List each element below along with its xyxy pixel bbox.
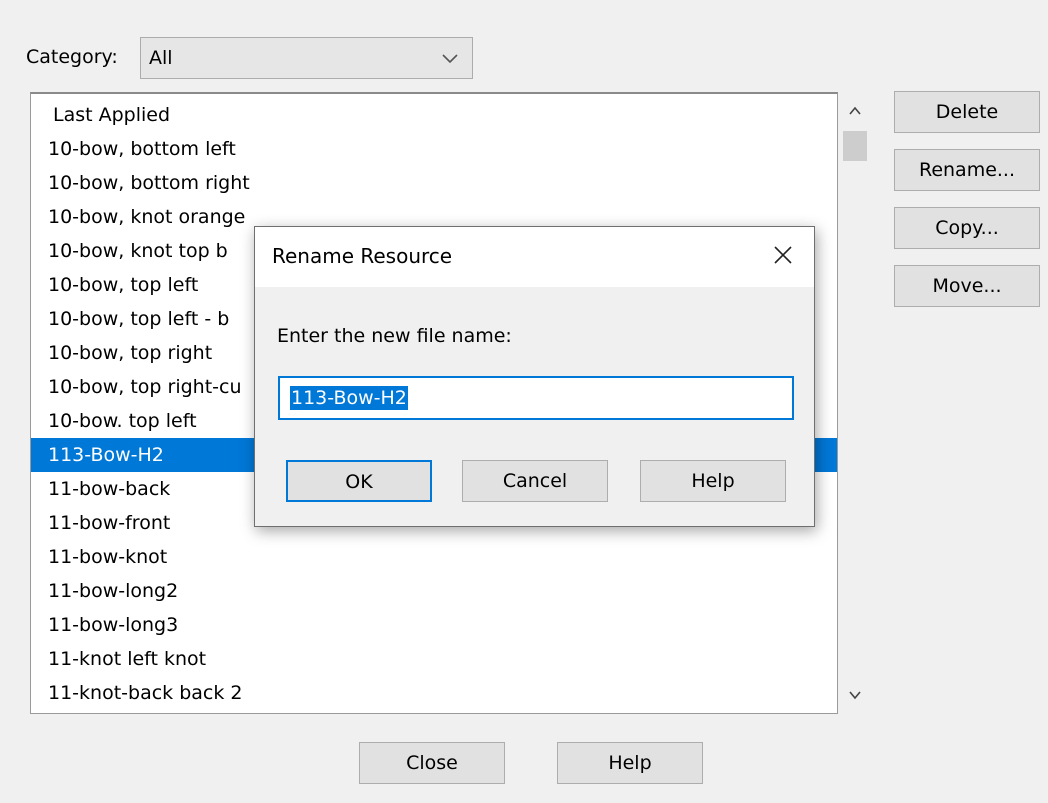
list-item[interactable]: 11-bow-long2 <box>31 574 837 608</box>
move-button[interactable]: Move... <box>894 265 1040 307</box>
list-item[interactable]: 11-knot left knot <box>31 642 837 676</box>
close-icon[interactable] <box>769 241 797 269</box>
list-item[interactable]: 11-bow-knot <box>31 540 837 574</box>
category-selected-value: All <box>149 47 173 69</box>
copy-button[interactable]: Copy... <box>894 207 1040 249</box>
file-name-input-value: 113-Bow-H2 <box>290 386 408 410</box>
help-button[interactable]: Help <box>557 742 703 784</box>
close-button[interactable]: Close <box>359 742 505 784</box>
dialog-prompt: Enter the new file name: <box>277 325 512 347</box>
rename-button[interactable]: Rename... <box>894 149 1040 191</box>
category-label: Category: <box>26 46 118 68</box>
scroll-up-icon[interactable] <box>844 100 866 122</box>
list-scrollbar[interactable] <box>838 94 872 714</box>
list-item[interactable]: Last Applied <box>31 98 837 132</box>
list-item[interactable]: 11-knot-back back 2 <box>31 676 837 710</box>
scroll-down-icon[interactable] <box>844 684 866 706</box>
delete-button[interactable]: Delete <box>894 91 1040 133</box>
scroll-thumb[interactable] <box>843 131 867 161</box>
cancel-button[interactable]: Cancel <box>462 460 608 502</box>
list-item[interactable]: 10-bow, bottom right <box>31 166 837 200</box>
list-item[interactable]: 10-bow, bottom left <box>31 132 837 166</box>
list-item[interactable]: 11-bow-long3 <box>31 608 837 642</box>
file-name-input[interactable]: 113-Bow-H2 <box>278 376 794 420</box>
dialog-titlebar: Rename Resource <box>255 227 814 287</box>
chevron-down-icon <box>442 54 458 64</box>
dialog-help-button[interactable]: Help <box>640 460 786 502</box>
ok-button[interactable]: OK <box>286 460 432 502</box>
dialog-title: Rename Resource <box>272 244 453 268</box>
rename-resource-dialog: Rename Resource Enter the new file name:… <box>254 226 815 527</box>
category-dropdown[interactable]: All <box>140 37 473 79</box>
